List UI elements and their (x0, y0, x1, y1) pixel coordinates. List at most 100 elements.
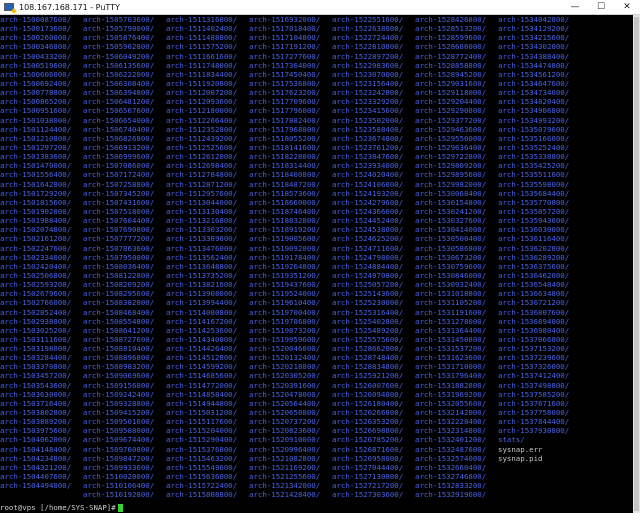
directory-entry: arch-1525057200/ (332, 280, 404, 290)
directory-entry: arch-1528945200/ (415, 69, 487, 79)
directory-entry: arch-1537844400/ (498, 417, 570, 427)
directory-entry: arch-1520650800/ (249, 408, 321, 418)
title-bar[interactable]: 108.167.168.171 - PuTTY — ☐ ✕ (0, 0, 640, 15)
file-entry: sysnap.err (498, 444, 543, 454)
directory-entry: arch-1523329200/ (332, 97, 404, 107)
directory-entry: arch-1536462000/ (498, 270, 570, 280)
minimize-button[interactable]: — (562, 0, 588, 14)
directory-entry: arch-1507172400/ (83, 170, 155, 180)
directory-entry: arch-1531105200/ (415, 298, 487, 308)
directory-entry: arch-1519005600/ (249, 234, 321, 244)
directory-entry: arch-1506567600/ (83, 106, 155, 116)
directory-entry: arch-1537239600/ (498, 353, 570, 363)
directory-entry: arch-1532833200/ (415, 481, 487, 491)
directory-entry: arch-1530586800/ (415, 243, 487, 253)
directory-entry: arch-1506740400/ (83, 124, 155, 134)
directory-entry: arch-1508641200/ (83, 325, 155, 335)
directory-entry: arch-1501556400/ (0, 170, 72, 180)
directory-entry: arch-1514340000/ (166, 334, 238, 344)
directory-entry: arch-1515290400/ (166, 435, 238, 445)
directory-entry: arch-1532660400/ (415, 462, 487, 472)
directory-entry: arch-1501210800/ (0, 133, 72, 143)
directory-entry: arch-1525575600/ (332, 334, 404, 344)
directory-entry: arch-1537153200/ (498, 344, 570, 354)
directory-entry: arch-1501988400/ (0, 216, 72, 226)
directory-entry: arch-1536634800/ (498, 289, 570, 299)
directory-entry: arch-1536116400/ (498, 234, 570, 244)
directory-entry: arch-1530327600/ (415, 216, 487, 226)
directory-entry: arch-1532228400/ (415, 417, 487, 427)
directory-entry: arch-1529722800/ (415, 152, 487, 162)
directory-entry: arch-1524452400/ (332, 216, 404, 226)
directory-entry: arch-1502334000/ (0, 252, 72, 262)
maximize-button[interactable]: ☐ (588, 0, 614, 14)
directory-entry: arch-1501902000/ (0, 206, 72, 216)
directory-entry: arch-1518660000/ (249, 197, 321, 207)
directory-entry: arch-1512698400/ (166, 161, 238, 171)
directory-entry: arch-1509933600/ (83, 462, 155, 472)
listing-column: arch-1516932000/arch-1517018400/arch-151… (249, 15, 320, 499)
directory-entry: arch-1522551600/ (332, 15, 404, 24)
directory-entry: arch-1503284400/ (0, 353, 72, 363)
directory-entry: arch-1531623600/ (415, 353, 487, 363)
directory-entry: arch-1518141600/ (249, 142, 321, 152)
directory-entry: arch-1514426400/ (166, 344, 238, 354)
directory-entry: arch-1520132400/ (249, 353, 321, 363)
directory-entry: arch-1532746800/ (415, 472, 487, 482)
directory-entry: arch-1505790000/ (83, 24, 155, 34)
directory-entry: arch-1530068400/ (415, 188, 487, 198)
directory-entry: arch-1514685600/ (166, 371, 238, 381)
directory-entry: arch-1507258800/ (83, 179, 155, 189)
directory-entry: arch-1506049200/ (83, 51, 155, 61)
directory-entry: arch-1520478000/ (249, 389, 321, 399)
directory-entry: arch-1518228000/ (249, 152, 321, 162)
directory-entry: arch-1501815600/ (0, 197, 72, 207)
directory-entry: arch-1514772000/ (166, 380, 238, 390)
putty-icon[interactable] (4, 2, 17, 14)
directory-entry: arch-1527044400/ (332, 462, 404, 472)
directory-entry: arch-1530154800/ (415, 197, 487, 207)
directory-entry: arch-1524193200/ (332, 188, 404, 198)
directory-entry: arch-1520564400/ (249, 398, 321, 408)
directory-entry: arch-1517277600/ (249, 51, 321, 61)
directory-entry: arch-1518832800/ (249, 216, 321, 226)
directory-entry: arch-1530932400/ (415, 280, 487, 290)
directory-entry: arch-1519351200/ (249, 270, 321, 280)
directory-entry: arch-1503630000/ (0, 389, 72, 399)
directory-entry: arch-1509156000/ (83, 380, 155, 390)
directory-entry: arch-1503198000/ (0, 344, 72, 354)
directory-entry: arch-1536202800/ (498, 243, 570, 253)
directory-entry: arch-1534906800/ (498, 106, 570, 116)
directory-entry: arch-1529636400/ (415, 142, 487, 152)
directory-entry: arch-1526785200/ (332, 435, 404, 445)
close-button[interactable]: ✕ (614, 0, 640, 14)
directory-entry: arch-1509328800/ (83, 398, 155, 408)
directory-entry: arch-1503716400/ (0, 398, 72, 408)
directory-entry: arch-1521169200/ (249, 462, 321, 472)
terminal-area[interactable]: arch-1500087600/arch-1500173600/arch-150… (0, 15, 633, 513)
directory-entry: arch-1532487600/ (415, 444, 487, 454)
directory-entry: arch-1532574000/ (415, 453, 487, 463)
directory-entry: arch-1523156400/ (332, 78, 404, 88)
directory-entry: arch-1529204400/ (415, 97, 487, 107)
shell-prompt-line[interactable]: root@vps [/home/SYS-SNAP]# (0, 503, 123, 512)
directory-entry: arch-1534302000/ (498, 42, 570, 52)
directory-entry: arch-1537930800/ (498, 426, 570, 436)
directory-entry: arch-1501642800/ (0, 179, 72, 189)
directory-entry: arch-1508036400/ (83, 261, 155, 271)
directory-entry: arch-1520737200/ (249, 417, 321, 427)
directory-entry: arch-1536548400/ (498, 280, 570, 290)
terminal-scrollbar[interactable] (633, 15, 640, 513)
directory-entry: arch-1536894000/ (498, 316, 570, 326)
directory-entry: arch-1503975600/ (0, 426, 72, 436)
directory-entry: arch-1514944800/ (166, 398, 238, 408)
directory-entry: arch-1515636000/ (166, 472, 238, 482)
directory-entry: arch-1503457200/ (0, 371, 72, 381)
scrollbar-thumb[interactable] (634, 17, 639, 511)
directory-entry: arch-1520218800/ (249, 362, 321, 372)
directory-entry: arch-1517104800/ (249, 33, 321, 43)
directory-entry: arch-1507604400/ (83, 216, 155, 226)
directory-entry: arch-1536807600/ (498, 307, 570, 317)
directory-entry: arch-1514080800/ (166, 307, 238, 317)
directory-entry: arch-1500433200/ (0, 51, 72, 61)
